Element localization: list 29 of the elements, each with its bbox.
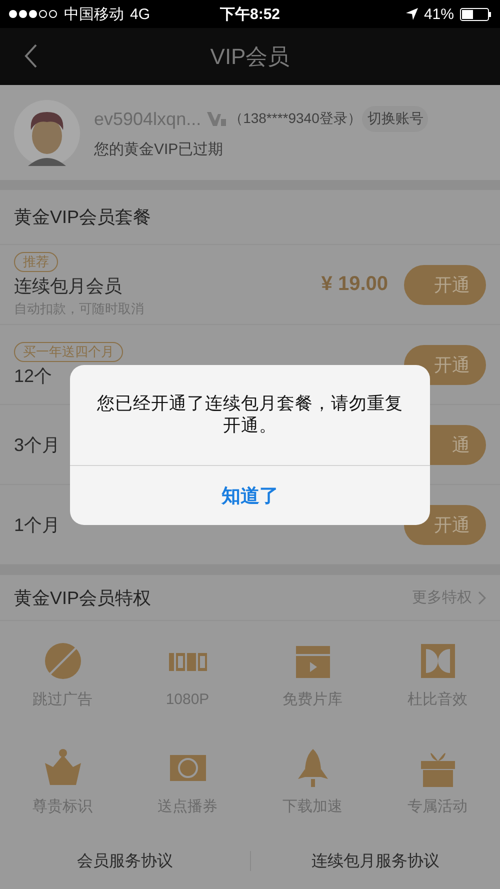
avatar: [14, 100, 80, 166]
alert-message: 您已经开通了连续包月套餐，请勿重复开通。: [97, 393, 403, 435]
package-name: 连续包月会员: [14, 274, 123, 298]
package-name: 3个月: [14, 434, 62, 456]
package-name: 12个: [14, 364, 54, 388]
battery-icon: [460, 8, 492, 20]
chevron-right-icon: [478, 590, 486, 604]
switch-account-button[interactable]: 切换账号: [362, 106, 428, 132]
page-title: VIP会员: [210, 42, 290, 70]
network-type: 4G: [130, 6, 150, 22]
package-tag: 推荐: [14, 252, 58, 272]
agreement-link[interactable]: 会员服务协议: [0, 850, 250, 872]
vip-level-icon: [206, 110, 228, 128]
package-tag: 买一年送四个月: [14, 342, 123, 362]
back-icon[interactable]: [24, 44, 38, 68]
agreement-link[interactable]: 连续包月服务协议: [250, 850, 500, 872]
section-title: 黄金VIP会员套餐: [0, 190, 500, 245]
section-title: 黄金VIP会员特权: [14, 586, 152, 610]
ok-button[interactable]: 知道了: [70, 465, 430, 525]
location-icon: [406, 8, 418, 20]
login-phone: （138****9340登录）: [229, 110, 362, 128]
battery-percent: 41%: [424, 6, 454, 22]
package-price: ¥ 19.00: [321, 273, 388, 296]
carrier-name: 中国移动: [64, 4, 124, 24]
signal-icon: [8, 9, 58, 19]
clock-time: 下午8:52: [220, 4, 280, 24]
package-name: 1个月: [14, 514, 62, 536]
vip-status: 您的黄金VIP已过期: [94, 140, 224, 159]
open-button[interactable]: 开通: [404, 264, 486, 304]
